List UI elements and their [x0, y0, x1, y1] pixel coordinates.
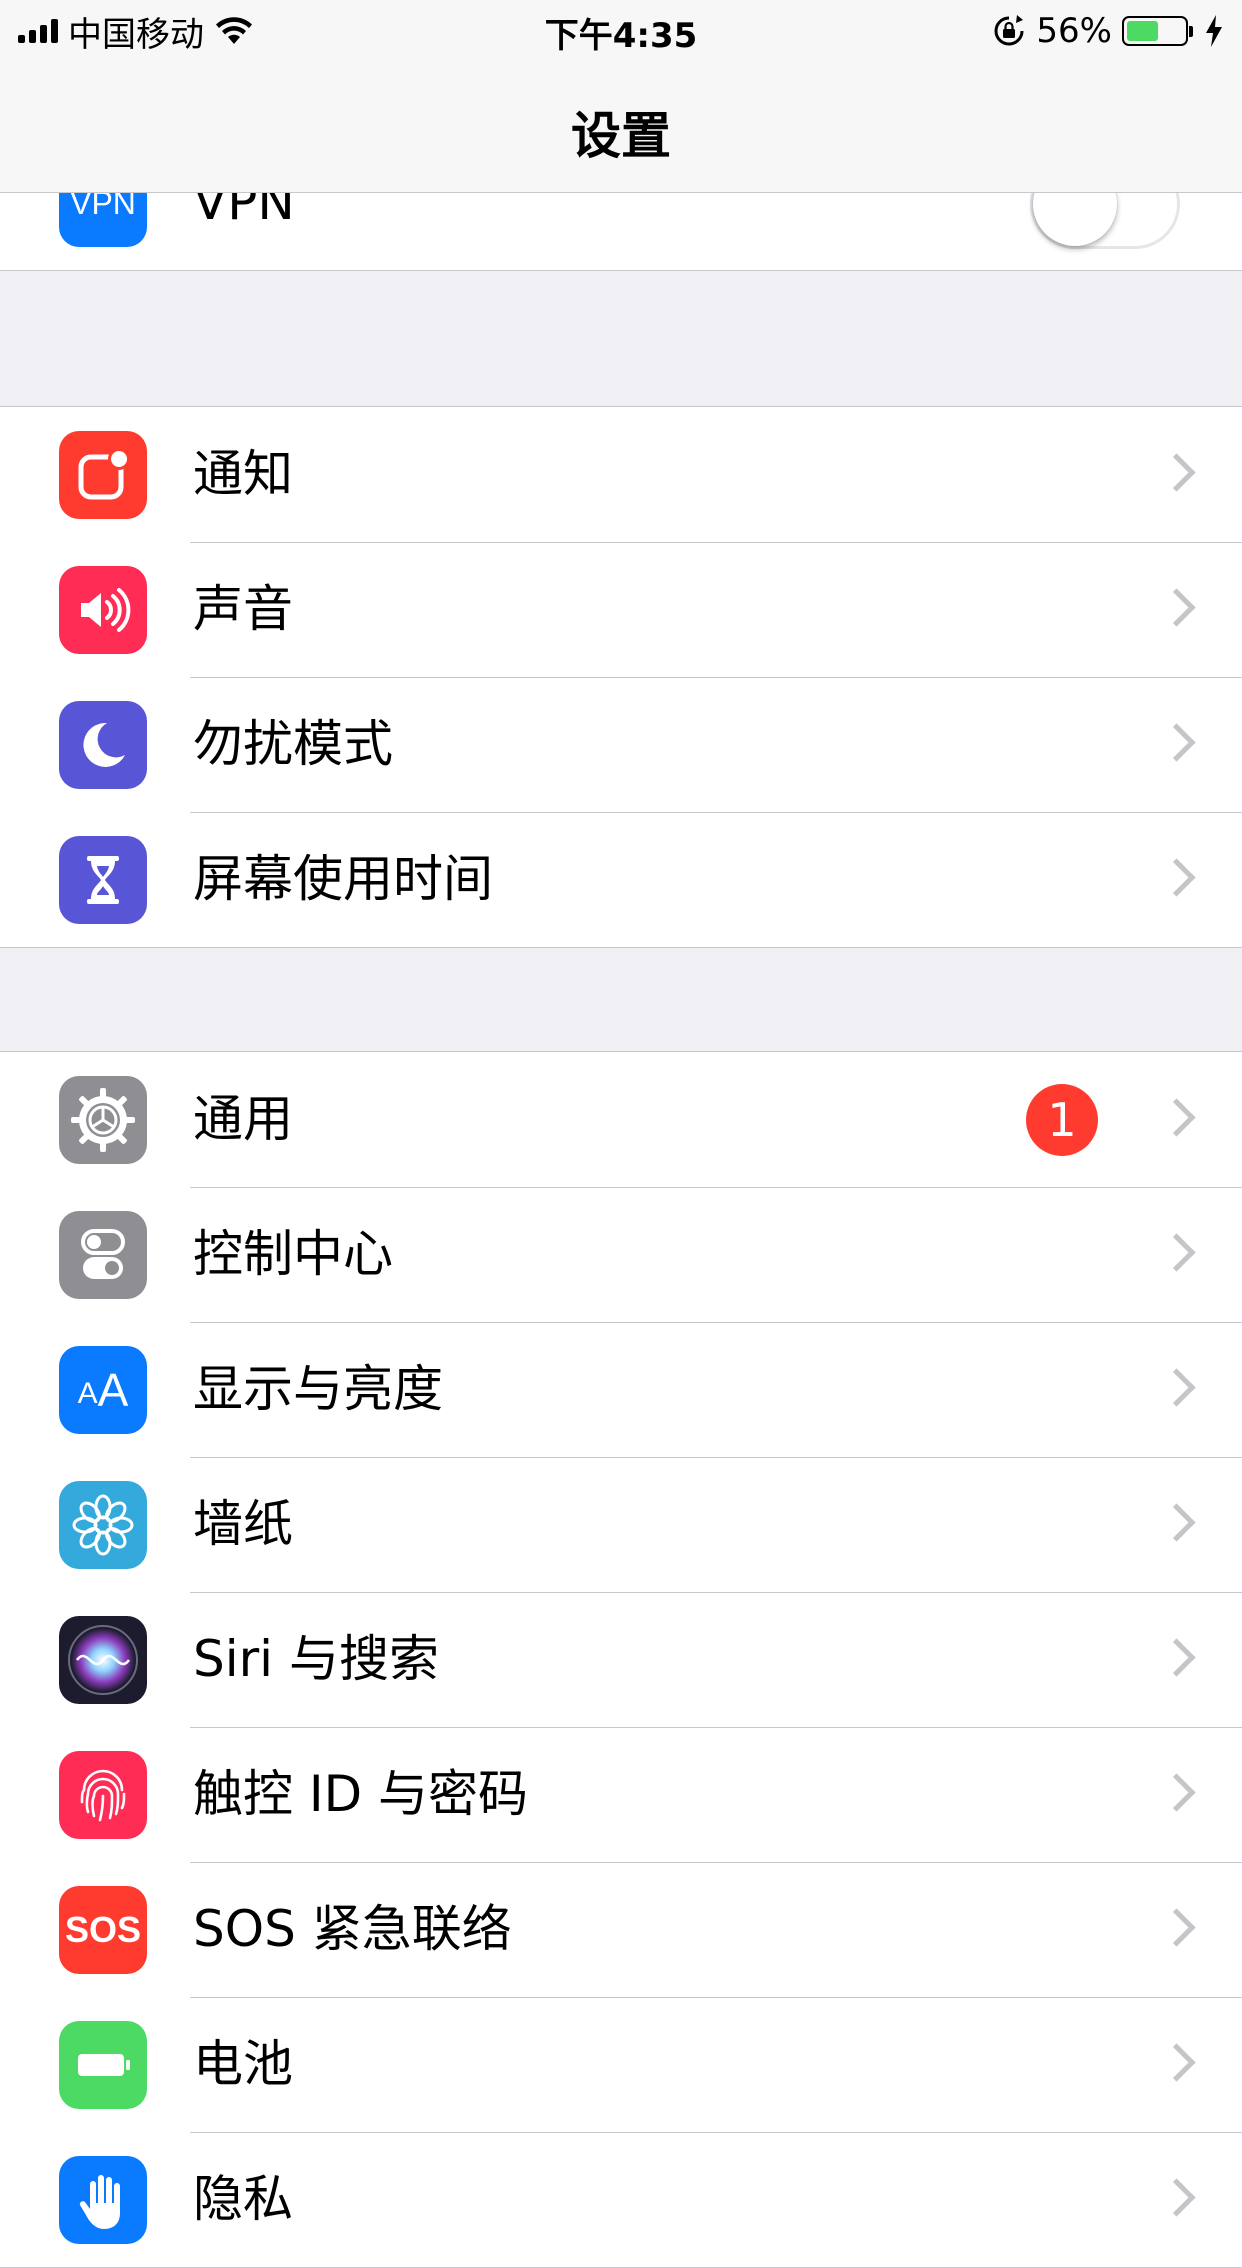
row-label: Siri 与搜索: [193, 1630, 439, 1688]
speaker-icon: [59, 566, 147, 654]
settings-row-control-center[interactable]: 控制中心: [0, 1187, 1242, 1322]
row-label: 隐私: [193, 2170, 293, 2228]
hourglass-icon: [59, 836, 147, 924]
settings-row-battery[interactable]: 电池: [0, 1997, 1242, 2132]
battery-fill: [1127, 21, 1159, 41]
row-label: 显示与亮度: [193, 1360, 443, 1418]
battery-indicator-icon: [1122, 16, 1193, 46]
gear-icon: [59, 1076, 147, 1164]
settings-row-sos[interactable]: SOS SOS 紧急联络: [0, 1862, 1242, 1997]
chevron-right-icon: [1157, 1773, 1196, 1812]
row-label: 声音: [193, 580, 293, 638]
chevron-right-icon: [1157, 1503, 1196, 1542]
row-label: 电池: [193, 2035, 293, 2093]
top-bar: 中国移动 下午4:35 56% 设置: [0, 0, 1242, 193]
chevron-right-icon: [1157, 453, 1196, 492]
status-bar: 中国移动 下午4:35 56%: [0, 0, 1242, 62]
rotation-lock-icon: [994, 15, 1024, 46]
chevron-right-icon: [1157, 1638, 1196, 1677]
chevron-right-icon: [1157, 723, 1196, 762]
notification-badge: 1: [1026, 1084, 1098, 1156]
row-label: 屏幕使用时间: [193, 850, 493, 908]
chevron-right-icon: [1157, 1908, 1196, 1947]
row-label: 通知: [193, 445, 293, 503]
hand-icon: [59, 2156, 147, 2244]
row-label: 墙纸: [193, 1495, 293, 1553]
chevron-right-icon: [1157, 1098, 1196, 1137]
row-label: 通用: [193, 1090, 293, 1148]
notifications-group: 通知 声音 勿扰模式 屏幕使用时间: [0, 406, 1242, 948]
chevron-right-icon: [1157, 858, 1196, 897]
sos-icon: SOS: [59, 1886, 147, 1974]
chevron-right-icon: [1157, 2178, 1196, 2217]
status-right: 56%: [992, 10, 1224, 52]
fingerprint-icon: [59, 1751, 147, 1839]
settings-row-privacy[interactable]: 隐私: [0, 2132, 1242, 2267]
chevron-right-icon: [1157, 1233, 1196, 1272]
settings-row-screen-time[interactable]: 屏幕使用时间: [0, 812, 1242, 947]
battery-icon: [59, 2021, 147, 2109]
moon-icon: [59, 701, 147, 789]
general-group: 通用 1 控制中心 AA 显示与亮度 墙纸 Siri 与搜索 触控 ID 与密码…: [0, 1051, 1242, 2268]
chevron-right-icon: [1157, 2043, 1196, 2082]
flower-icon: [59, 1481, 147, 1569]
text-size-icon: AA: [59, 1346, 147, 1434]
switches-icon: [59, 1211, 147, 1299]
battery-percent: 56%: [1036, 11, 1112, 51]
row-label: 勿扰模式: [193, 715, 393, 773]
row-label: 控制中心: [193, 1225, 393, 1283]
settings-row-notifications[interactable]: 通知: [0, 407, 1242, 542]
row-label: 触控 ID 与密码: [193, 1765, 529, 1823]
settings-row-general[interactable]: 通用 1: [0, 1052, 1242, 1187]
settings-row-siri[interactable]: Siri 与搜索: [0, 1592, 1242, 1727]
settings-row-display[interactable]: AA 显示与亮度: [0, 1322, 1242, 1457]
siri-icon: [59, 1616, 147, 1704]
settings-row-sounds[interactable]: 声音: [0, 542, 1242, 677]
charging-icon: [1206, 15, 1222, 47]
chevron-right-icon: [1157, 588, 1196, 627]
settings-row-wallpaper[interactable]: 墙纸: [0, 1457, 1242, 1592]
page-title: 设置: [571, 107, 671, 165]
row-label: SOS 紧急联络: [193, 1900, 512, 1958]
settings-row-touch-id[interactable]: 触控 ID 与密码: [0, 1727, 1242, 1862]
notifications-icon: [59, 431, 147, 519]
chevron-right-icon: [1157, 1368, 1196, 1407]
settings-row-dnd[interactable]: 勿扰模式: [0, 677, 1242, 812]
